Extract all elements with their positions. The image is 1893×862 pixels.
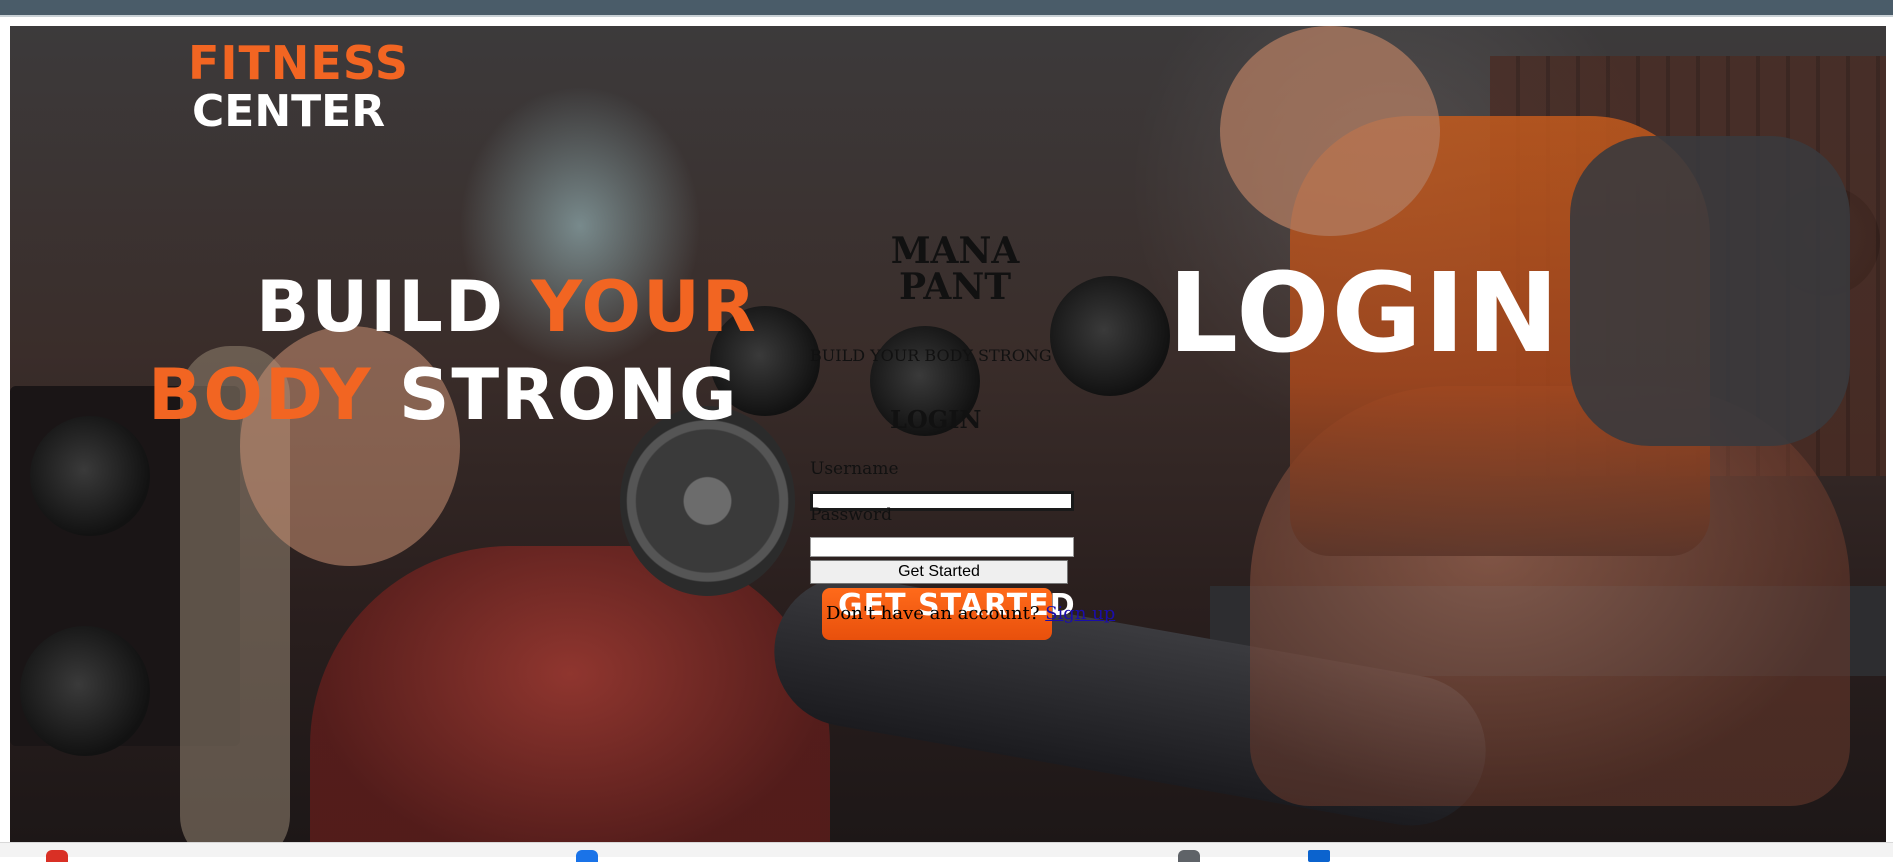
browser-top-bar	[0, 0, 1893, 15]
gray-app-icon[interactable]	[1178, 850, 1200, 862]
login-heading: LOGIN	[890, 405, 982, 434]
logo-line-fitness: FITNESS	[188, 36, 410, 90]
slogan-word-body: BODY	[148, 354, 373, 436]
panel-title: MANA PANT	[890, 230, 1020, 308]
taskbar	[0, 842, 1893, 857]
dumbbell	[30, 416, 150, 536]
trainer-figure	[1220, 26, 1440, 236]
username-label: Username	[810, 459, 899, 479]
signup-link[interactable]: Sign up	[1045, 603, 1115, 624]
slogan-line-1: BUILD YOUR	[256, 266, 758, 348]
panel-tagline: Build your body strong	[810, 346, 1052, 365]
top-bar-divider	[0, 15, 1893, 17]
fitness-center-logo: FITNESS CENTER	[188, 40, 409, 134]
signup-prompt-text: Don't have an account?	[826, 603, 1040, 624]
hero-background: FITNESS CENTER BUILD YOUR BODY STRONG LO…	[10, 26, 1886, 842]
logo-line-center: CENTER	[192, 86, 386, 137]
get-started-button[interactable]: Get Started	[810, 560, 1068, 584]
slogan-word-your: YOUR	[531, 266, 758, 348]
password-input[interactable]	[810, 537, 1074, 557]
slogan-word-strong: STRONG	[398, 354, 739, 436]
dumbbell	[20, 626, 150, 756]
slogan-word-build: BUILD	[256, 266, 505, 348]
trainer-sleeve	[1570, 136, 1850, 446]
woman-torso	[310, 546, 830, 842]
slogan-line-2: BODY STRONG	[148, 354, 739, 436]
red-app-icon[interactable]	[46, 850, 68, 862]
signup-prompt: Don't have an account? Sign up	[826, 603, 1115, 624]
blue-app-icon[interactable]	[576, 850, 598, 862]
password-label: Password	[810, 505, 893, 525]
hero-login-title: LOGIN	[1168, 249, 1561, 377]
blue-square-app-icon[interactable]	[1308, 850, 1330, 862]
